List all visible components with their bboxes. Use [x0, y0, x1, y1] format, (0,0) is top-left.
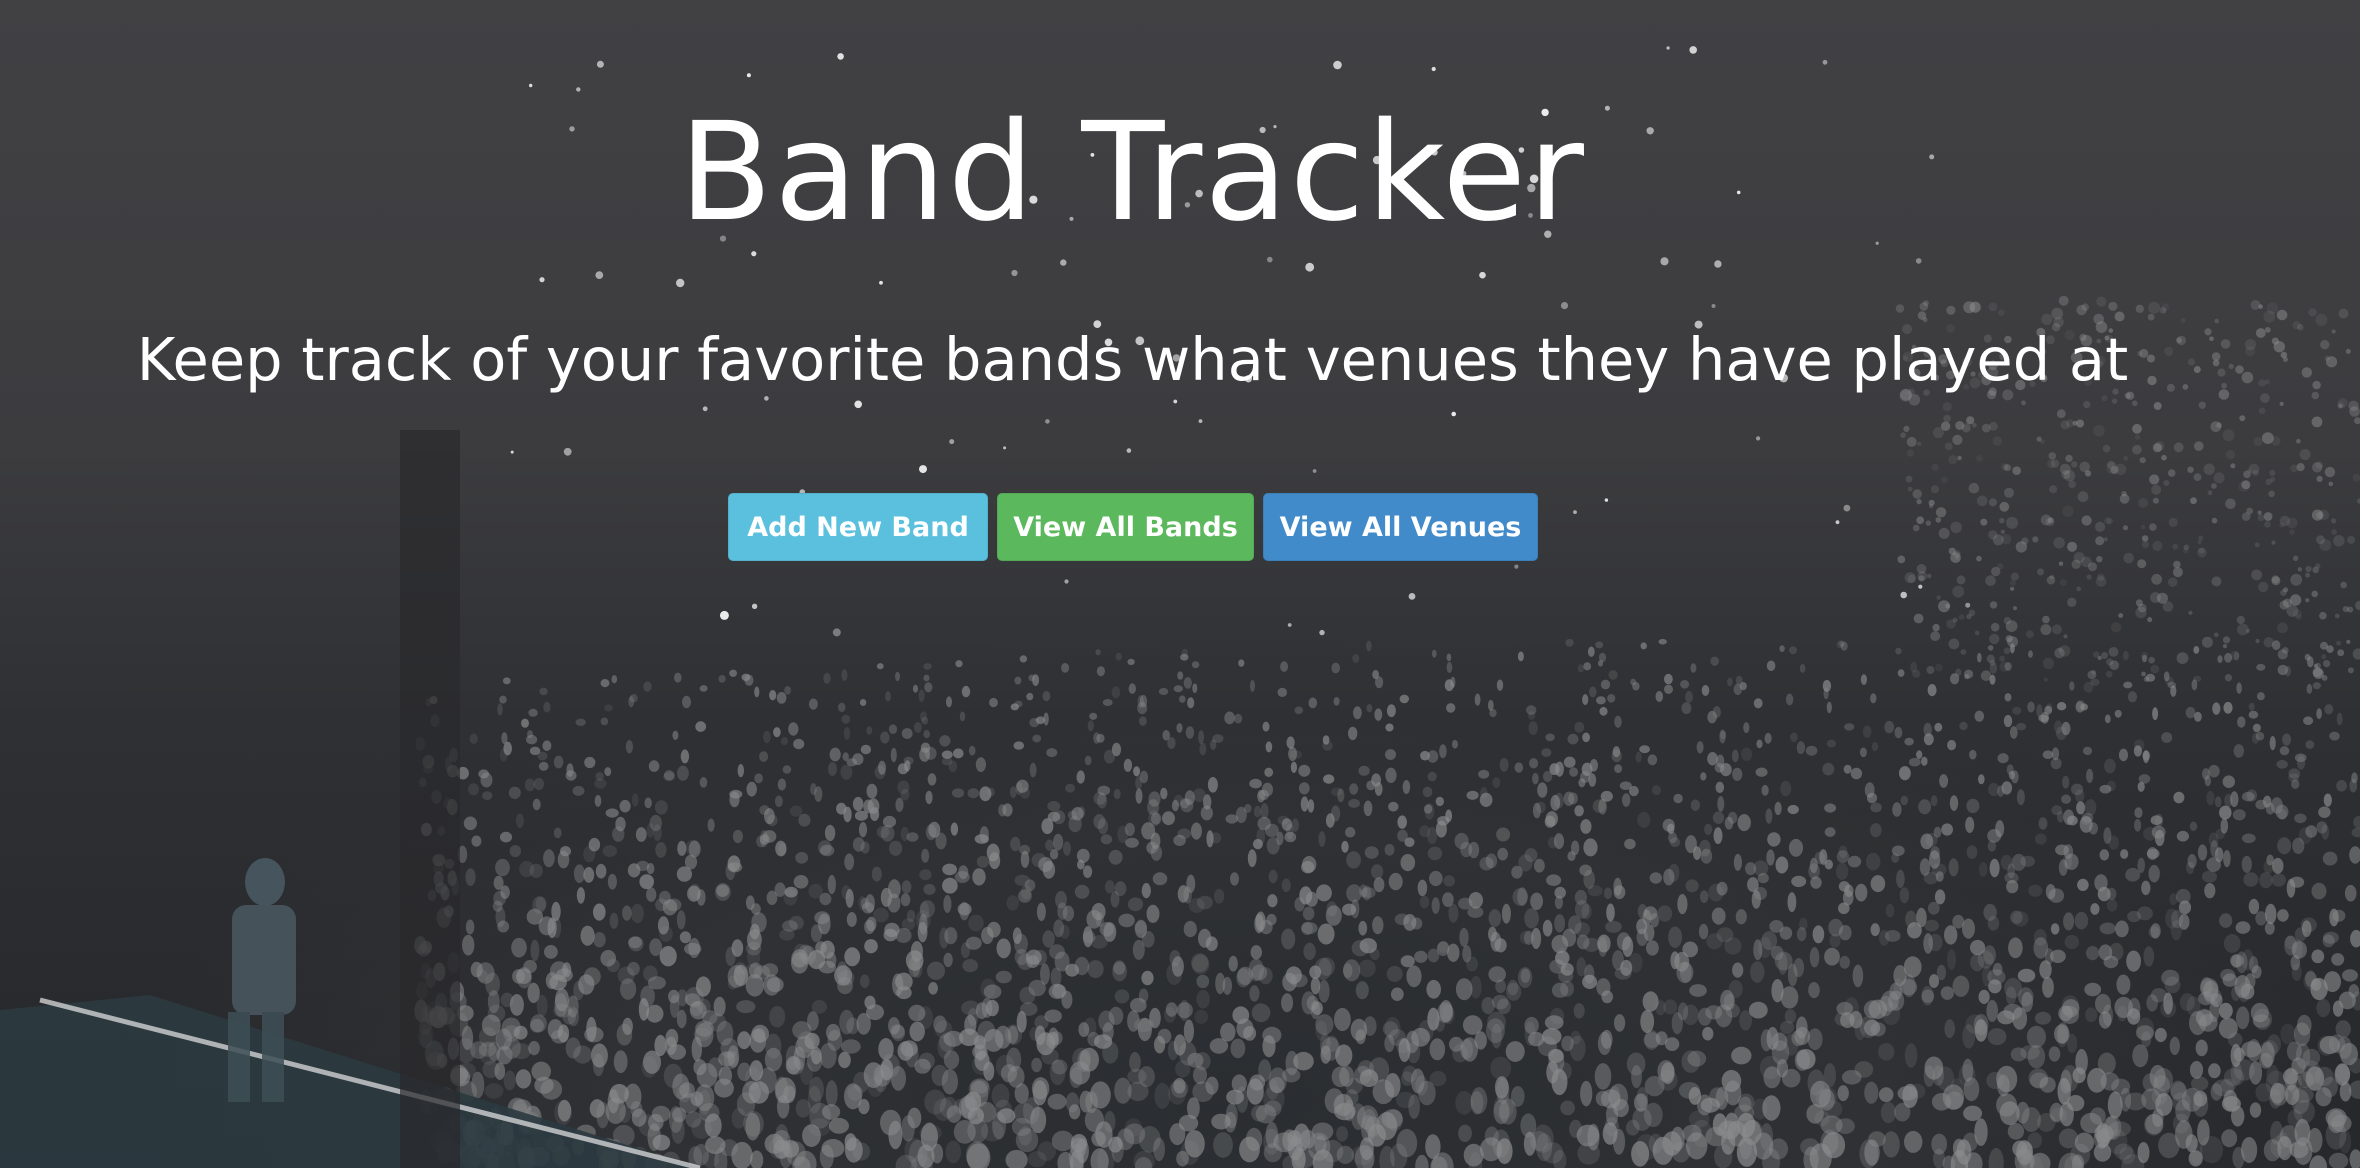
view-all-venues-button[interactable]: View All Venues — [1263, 493, 1538, 561]
page-title: Band Tracker — [678, 94, 1586, 252]
view-all-bands-button[interactable]: View All Bands — [997, 493, 1254, 561]
hero-section: Band Tracker Keep track of your favorite… — [0, 0, 2360, 1168]
page-subtitle: Keep track of your favorite bands what v… — [136, 325, 2129, 394]
add-new-band-button[interactable]: Add New Band — [728, 493, 988, 561]
action-buttons: Add New Band View All Bands View All Ven… — [728, 493, 1538, 561]
